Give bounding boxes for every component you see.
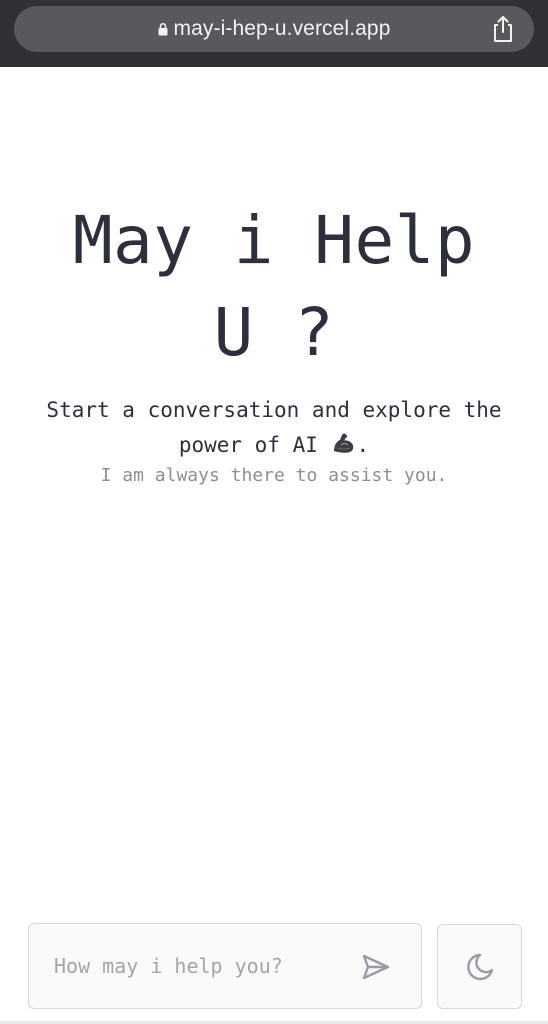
page-title: May i Help U ? (0, 195, 548, 379)
moon-icon (466, 953, 493, 980)
share-icon[interactable] (490, 15, 516, 43)
chat-input[interactable] (54, 950, 294, 1008)
chat-composer (28, 923, 422, 1009)
subtitle: Start a conversation and explore the pow… (0, 393, 548, 463)
subtitle-line-1: Start a conversation and explore the (46, 398, 502, 422)
subtitle-line-2-end: . (356, 433, 370, 457)
lock-icon (158, 22, 168, 36)
subtitle-line-2-text: power of AI (178, 433, 331, 457)
address-content: may-i-hep-u.vercel.app (14, 6, 534, 52)
title-line-1: May i Help (72, 202, 476, 279)
url-text: may-i-hep-u.vercel.app (173, 17, 391, 40)
send-icon[interactable] (361, 953, 391, 981)
subtitle-line-2: power of AI . (0, 428, 548, 463)
tagline: I am always there to assist you. (100, 465, 448, 486)
browser-toolbar: may-i-hep-u.vercel.app (0, 0, 548, 67)
address-bar[interactable]: may-i-hep-u.vercel.app (14, 6, 534, 52)
theme-toggle-button[interactable] (437, 924, 522, 1009)
flexed-biceps-icon (333, 433, 353, 453)
title-line-2: U ? (213, 294, 335, 371)
